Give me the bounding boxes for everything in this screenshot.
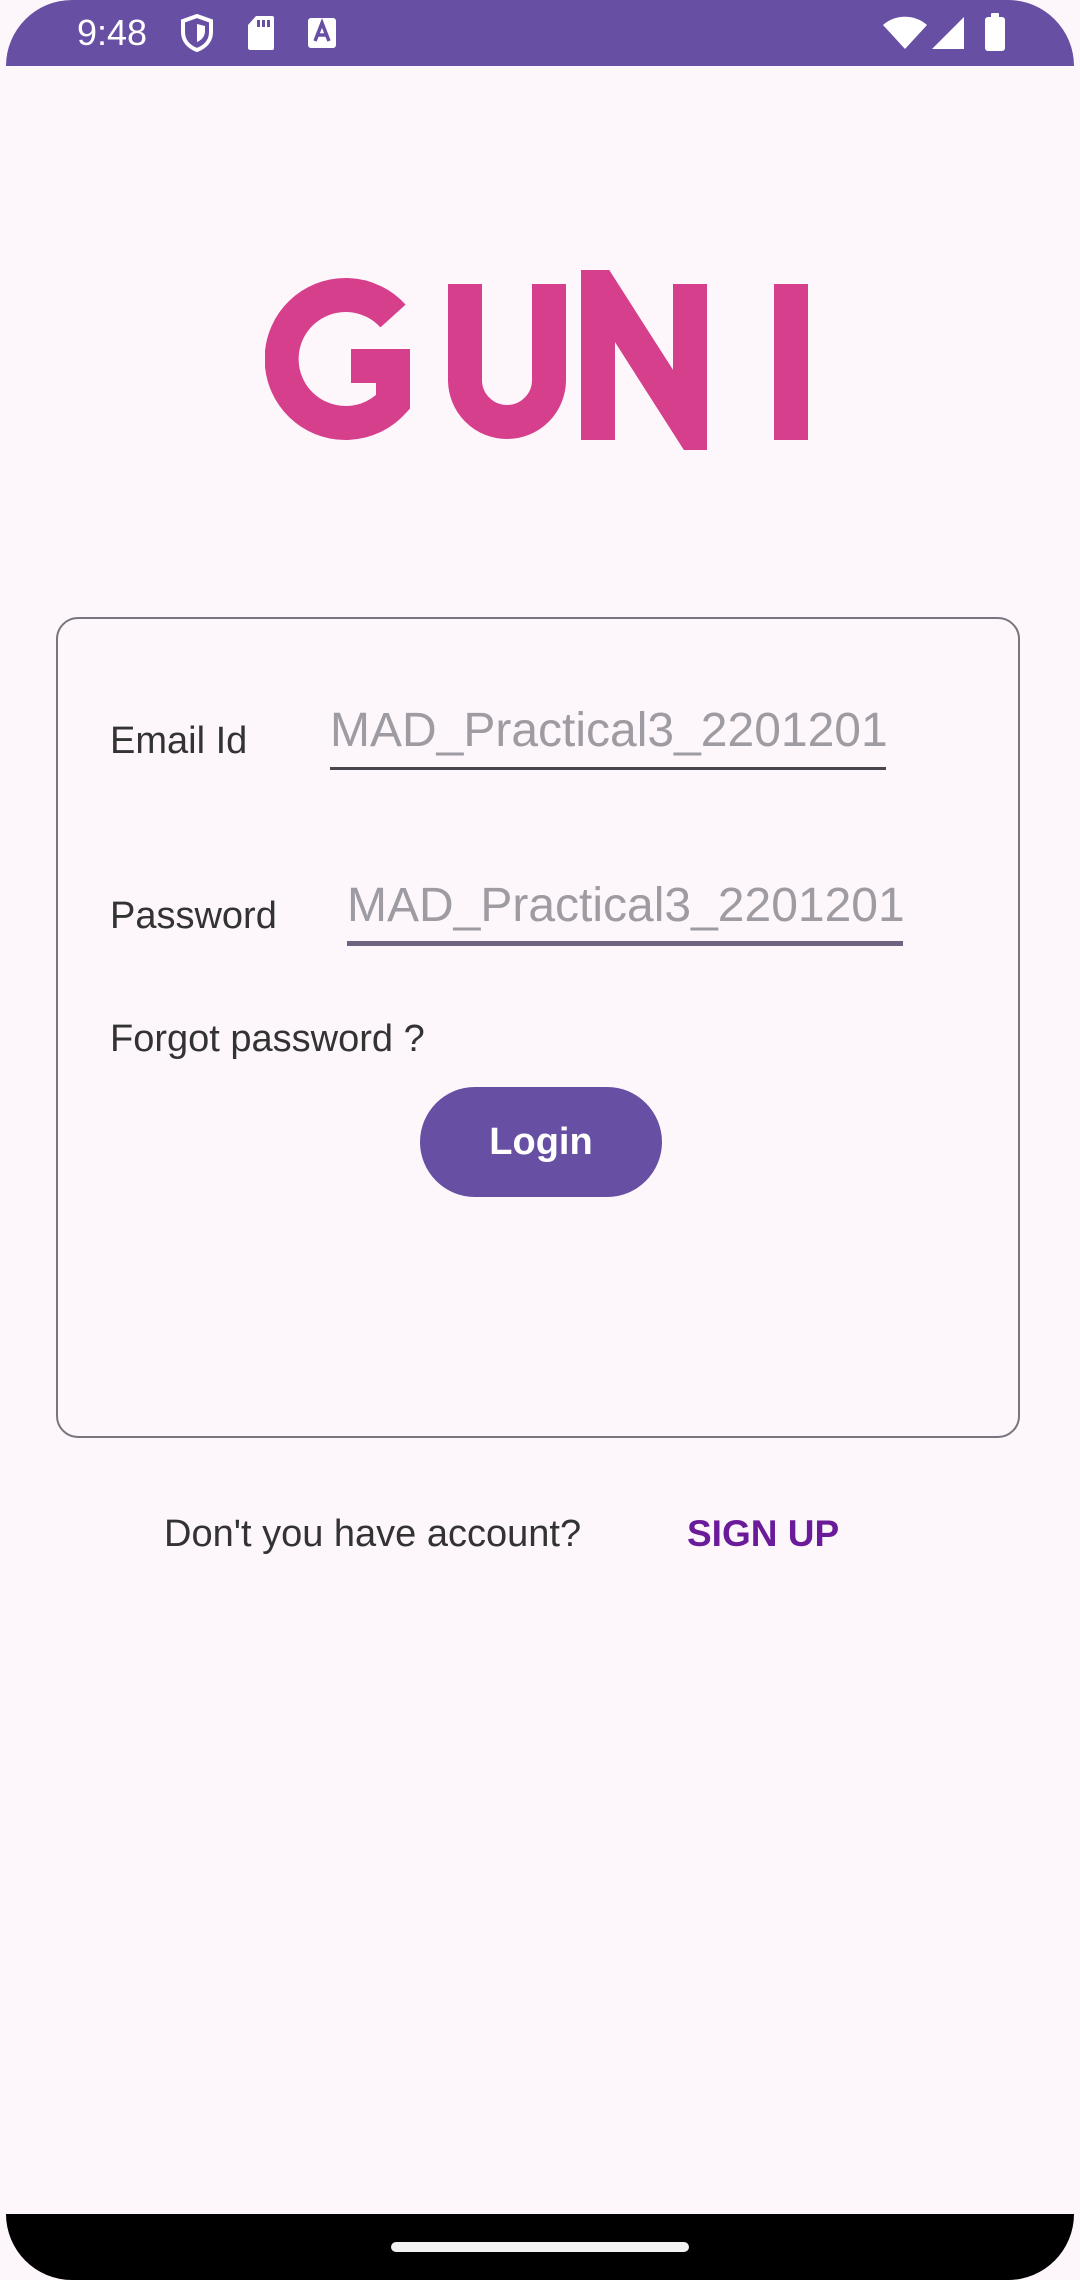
status-bar: 9:48 <box>6 0 1074 66</box>
guni-logo <box>265 270 817 450</box>
battery-icon <box>984 12 1006 51</box>
password-label: Password <box>110 895 277 937</box>
text-a-icon <box>306 14 338 52</box>
email-label: Email Id <box>110 720 248 762</box>
login-card: Email Id Password Forgot password ? Logi… <box>56 617 1020 1438</box>
home-gesture-handle[interactable] <box>391 2242 689 2252</box>
navigation-bar <box>6 2214 1074 2280</box>
sign-up-button[interactable]: SIGN UP <box>687 1512 839 1556</box>
login-screen: 9:48 Email Id MAD_Practical3_2201201 Pas… <box>0 0 1080 2280</box>
email-input[interactable] <box>330 694 886 770</box>
shield-icon <box>180 14 214 52</box>
sd-card-icon <box>246 14 276 52</box>
login-button[interactable]: Login <box>420 1087 662 1197</box>
status-time: 9:48 <box>77 12 148 53</box>
wifi-icon <box>882 16 928 54</box>
forgot-password-link[interactable]: Forgot password ? <box>110 1017 425 1061</box>
password-input[interactable] <box>347 870 903 946</box>
no-account-text: Don't you have account? <box>164 1513 582 1555</box>
cellular-signal-icon <box>930 16 966 54</box>
